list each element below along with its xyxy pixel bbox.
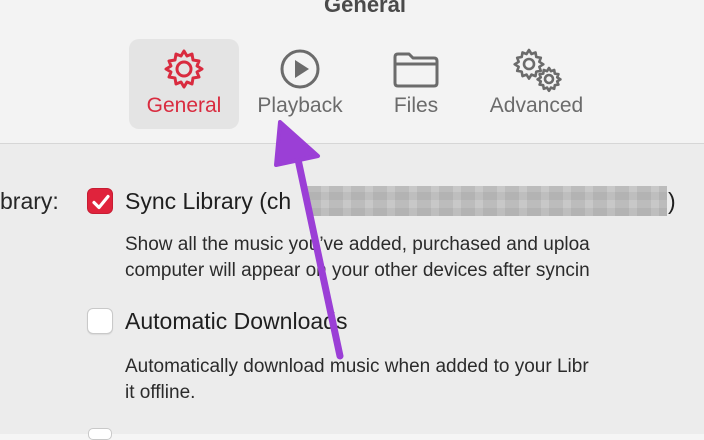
sync-library-description-line2: computer will appear on your other devic… [125,260,590,281]
sync-library-checkbox[interactable] [87,188,113,214]
tab-general-label: General [146,94,222,117]
automatic-downloads-checkbox[interactable] [87,308,113,334]
sync-library-label-end: ) [668,188,676,214]
gears-icon [480,47,593,93]
checkmark-icon [92,194,110,210]
play-circle-icon [245,47,355,91]
tab-playback-label: Playback [257,94,343,117]
tab-playback[interactable]: Playback [245,39,355,129]
tab-advanced[interactable]: Advanced [480,39,593,129]
tab-general[interactable]: General [129,39,239,129]
sync-library-description-line1: Show all the music you’ve added, purchas… [125,234,590,255]
gear-icon [129,47,239,91]
next-checkbox[interactable] [88,428,112,440]
automatic-downloads-description-line2: it offline. [125,382,196,403]
tab-advanced-label: Advanced [489,94,584,117]
tab-files[interactable]: Files [366,39,466,129]
redacted-account-name [307,186,667,216]
tab-files-label: Files [393,94,439,117]
folder-icon [366,47,466,91]
window-title: General [324,0,406,17]
preferences-toolbar: General General Playback Files Advanced [0,0,704,143]
sync-library-label: Sync Library (ch [125,188,292,214]
library-row-label: brary: [0,188,59,214]
automatic-downloads-label: Automatic Downloads [125,308,348,334]
automatic-downloads-description-line1: Automatically download music when added … [125,356,589,377]
